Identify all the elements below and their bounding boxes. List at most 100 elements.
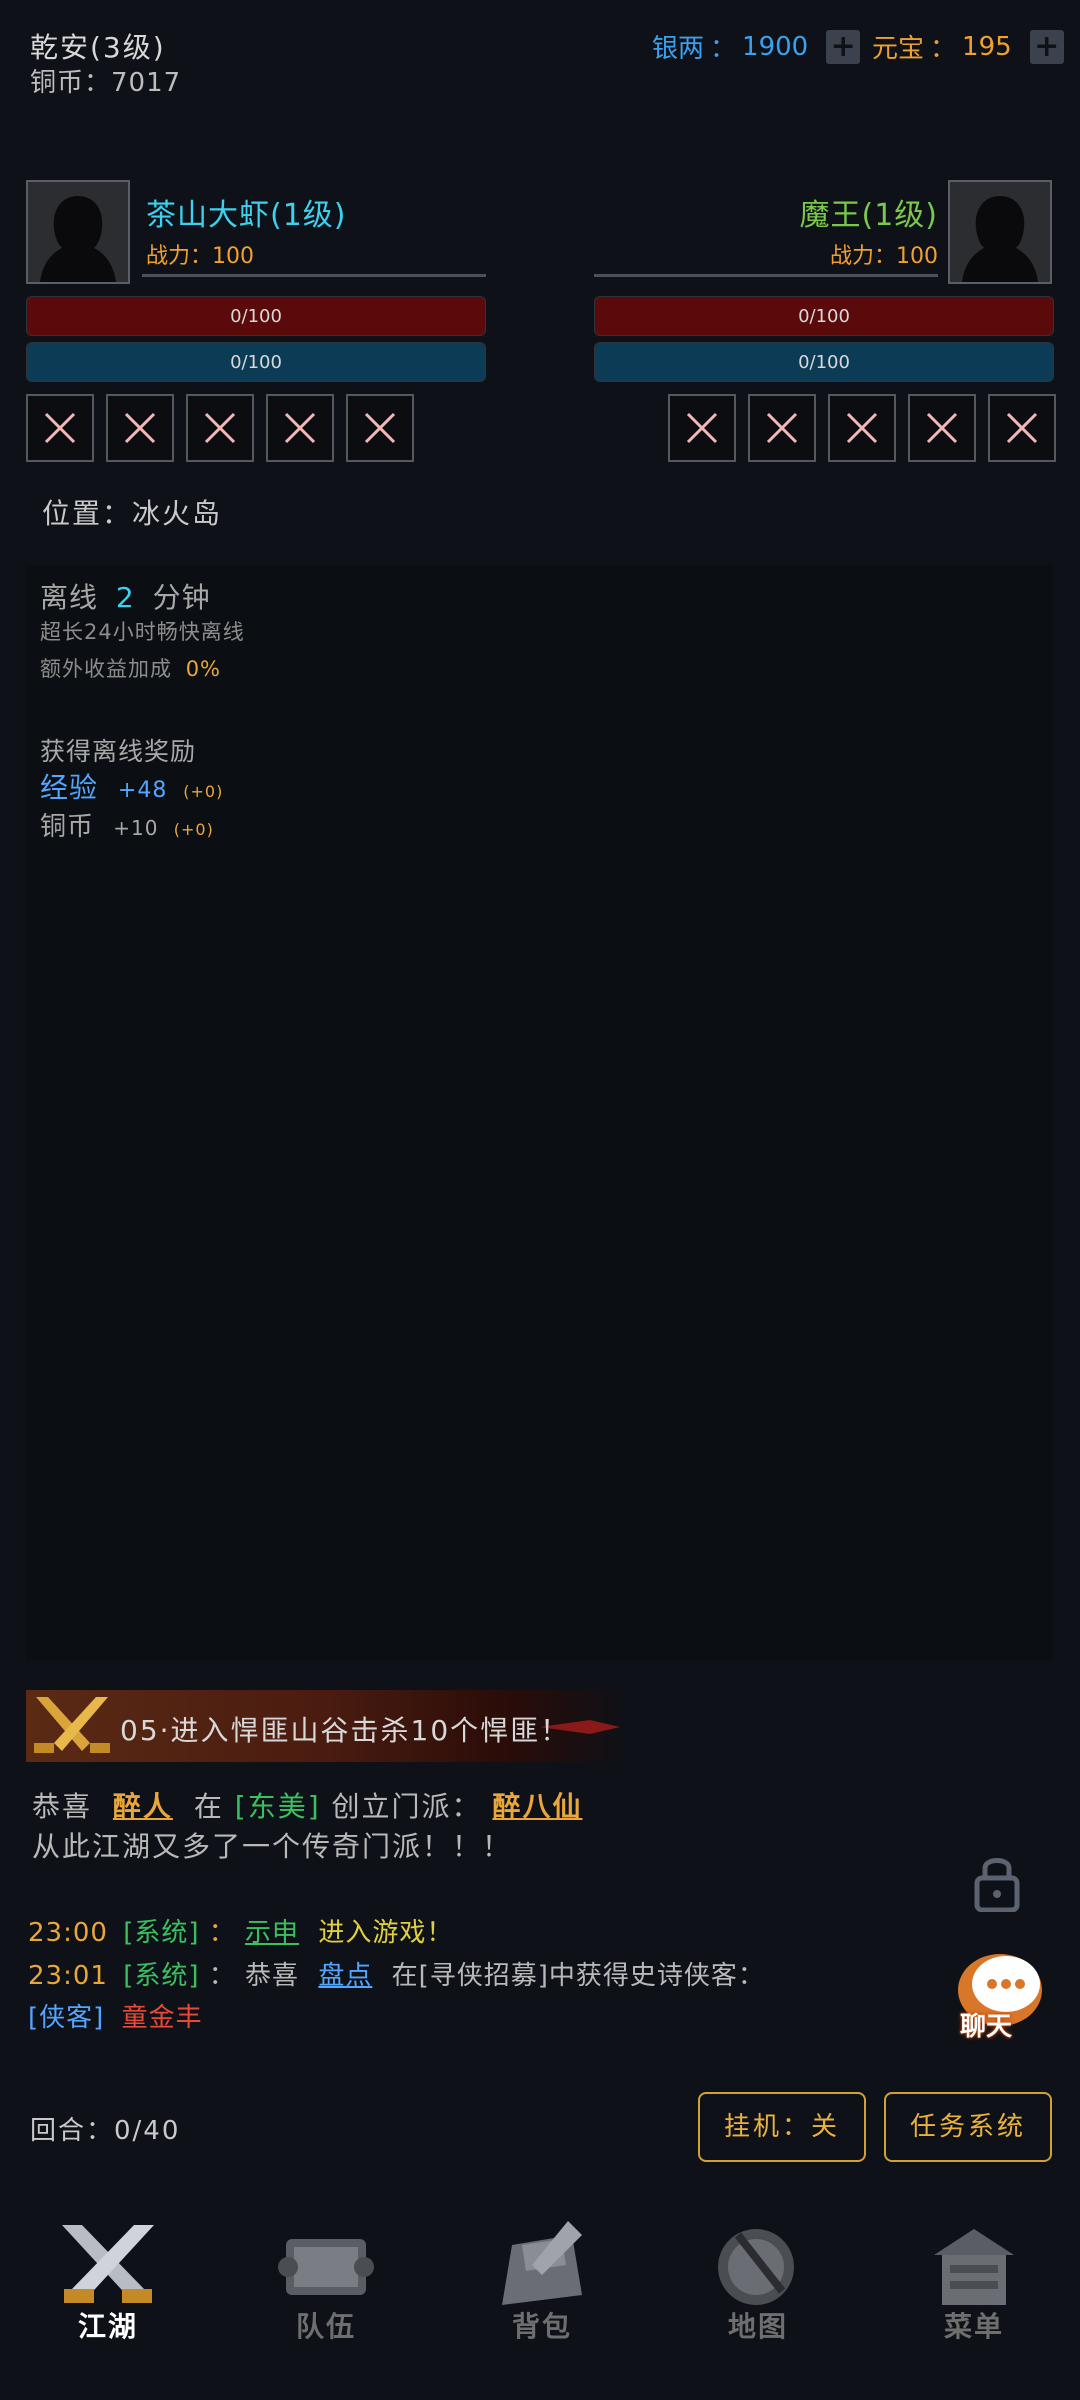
lock-icon[interactable] [974, 1852, 1020, 1912]
auto-battle-button[interactable]: 挂机：关 [698, 2092, 866, 2162]
chat-text: 恭喜 [245, 1961, 300, 1991]
offline-minutes-unit: 分钟 [152, 581, 211, 614]
offline-minutes: 2 [115, 581, 135, 614]
hooded-figure-icon [950, 182, 1050, 282]
player-skill-slot[interactable] [106, 394, 174, 462]
nav-menu[interactable]: 菜单 [914, 2215, 1034, 2345]
offline-label: 离线 [40, 581, 99, 614]
hooded-figure-icon [28, 182, 128, 282]
player-hp-bar: 0/100 [26, 296, 486, 336]
nav-label: 地图 [727, 2310, 788, 2343]
crossed-swords-icon [34, 1697, 110, 1753]
silver-currency: 银两 ： 1900 + [652, 28, 861, 65]
nav-team[interactable]: 队伍 [266, 2215, 386, 2345]
empty-slot-x-icon [364, 412, 396, 444]
silver-value: 1900 [742, 31, 809, 62]
empty-slot-x-icon [204, 412, 236, 444]
empty-slot-x-icon [124, 412, 156, 444]
player-divider [142, 274, 486, 277]
enemy-skill-slot[interactable] [828, 394, 896, 462]
add-silver-button[interactable]: + [826, 29, 861, 64]
nav-backpack[interactable]: 背包 [482, 2215, 602, 2345]
offline-bonus-value: 0% [185, 657, 222, 681]
sect-news-line2: 从此江湖又多了一个传奇门派！！！ [32, 1830, 513, 1863]
chat-player-link[interactable]: 示申 [245, 1918, 299, 1948]
copper-reward: 铜币 +10 (+0) [40, 806, 214, 843]
news-text: 创立门派： [331, 1790, 482, 1823]
player-mp-bar: 0/100 [26, 342, 486, 382]
chat-button-label: 聊天 [960, 2012, 1013, 2042]
empty-slot-x-icon [44, 412, 76, 444]
enemy-skill-slot[interactable] [988, 394, 1056, 462]
current-location: 位置：冰火岛 [42, 497, 223, 530]
nav-label: 背包 [511, 2310, 572, 2343]
player-fighter-name: 茶山大虾(1级) [146, 198, 347, 233]
nav-label: 江湖 [77, 2310, 138, 2343]
chat-colon: ： [208, 1918, 236, 1948]
chat-message: [侠客] 童金丰 [28, 1997, 203, 2034]
empty-slot-x-icon [1006, 412, 1038, 444]
chat-system-tag: [系统] [123, 1918, 200, 1948]
chat-text: 在[寻侠招募]中获得史诗侠客： [391, 1961, 765, 1991]
player-skill-slot[interactable] [346, 394, 414, 462]
chat-system-tag: [系统] [123, 1961, 200, 1991]
enemy-skill-slot[interactable] [748, 394, 816, 462]
task-system-button[interactable]: 任务系统 [884, 2092, 1052, 2162]
chat-message: 23:00 [系统] ： 示申 进入游戏！ [28, 1912, 453, 1949]
enemy-divider [594, 274, 938, 277]
empty-slot-x-icon [766, 412, 798, 444]
enemy-mp-bar: 0/100 [594, 342, 1054, 382]
copper-amount: 铜币：7017 [30, 68, 182, 98]
player-skill-slots [26, 394, 414, 462]
player-name: 乾安(3级) [30, 31, 166, 64]
offline-bonus-label: 额外收益加成 [40, 657, 172, 681]
player-power: 战力：100 [146, 244, 254, 269]
yuanbao-label: 元宝 [872, 34, 925, 64]
battle-log-panel[interactable] [26, 565, 1052, 1660]
enemy-fighter-name: 魔王(1级) [799, 198, 938, 233]
nav-jianghu[interactable]: 江湖 [48, 2215, 168, 2345]
enemy-power: 战力：100 [830, 244, 938, 269]
exp-bonus: (+0) [183, 782, 224, 801]
news-sect-link[interactable]: 醉八仙 [492, 1790, 582, 1823]
add-yuanbao-button[interactable]: + [1029, 29, 1064, 64]
chat-player-link[interactable]: 盘点 [318, 1961, 372, 1991]
chat-text: 进入游戏！ [318, 1918, 454, 1948]
copper-reward-bonus: (+0) [173, 820, 214, 839]
news-region: [东美] [234, 1790, 321, 1823]
nav-label: 菜单 [943, 2310, 1004, 2343]
player-skill-slot[interactable] [26, 394, 94, 462]
chat-colon: ： [208, 1961, 236, 1991]
enemy-skill-slot[interactable] [908, 394, 976, 462]
chat-message: 23:01 [系统] ： 恭喜 盘点 在[寻侠招募]中获得史诗侠客： [28, 1955, 765, 1992]
chat-time: 23:00 [28, 1918, 108, 1948]
nav-label: 队伍 [295, 2310, 356, 2343]
nav-map[interactable]: 地图 [698, 2215, 818, 2345]
news-player-link[interactable]: 醉人 [113, 1790, 173, 1823]
yuanbao-currency: 元宝 ： 195 + [872, 28, 1064, 65]
offline-duration: 离线 2 分钟 [40, 576, 211, 616]
empty-slot-x-icon [926, 412, 958, 444]
player-avatar[interactable] [26, 180, 130, 284]
offline-hint: 超长24小时畅快离线 [40, 620, 245, 644]
yuanbao-value: 195 [962, 31, 1012, 62]
offline-reward-title: 获得离线奖励 [40, 737, 197, 766]
silver-label: 银两 [652, 34, 705, 64]
enemy-avatar[interactable] [948, 180, 1052, 284]
chat-hero-tag: [侠客] [28, 2003, 105, 2033]
player-skill-slot[interactable] [266, 394, 334, 462]
news-text: 在 [193, 1790, 224, 1823]
enemy-hp-bar: 0/100 [594, 296, 1054, 336]
chat-hero-name[interactable]: 童金丰 [122, 2003, 203, 2033]
exp-label: 经验 [40, 771, 99, 804]
copper-reward-value: +10 [113, 816, 159, 840]
offline-bonus: 额外收益加成 0% [40, 653, 221, 683]
round-counter: 回合：0/40 [30, 2116, 181, 2146]
chat-button[interactable]: 聊天 [948, 1944, 1048, 2048]
empty-slot-x-icon [686, 412, 718, 444]
enemy-skill-slot[interactable] [668, 394, 736, 462]
silver-separator: ： [710, 34, 737, 64]
exp-value: +48 [117, 778, 168, 803]
exp-reward: 经验 +48 (+0) [40, 766, 223, 806]
player-skill-slot[interactable] [186, 394, 254, 462]
